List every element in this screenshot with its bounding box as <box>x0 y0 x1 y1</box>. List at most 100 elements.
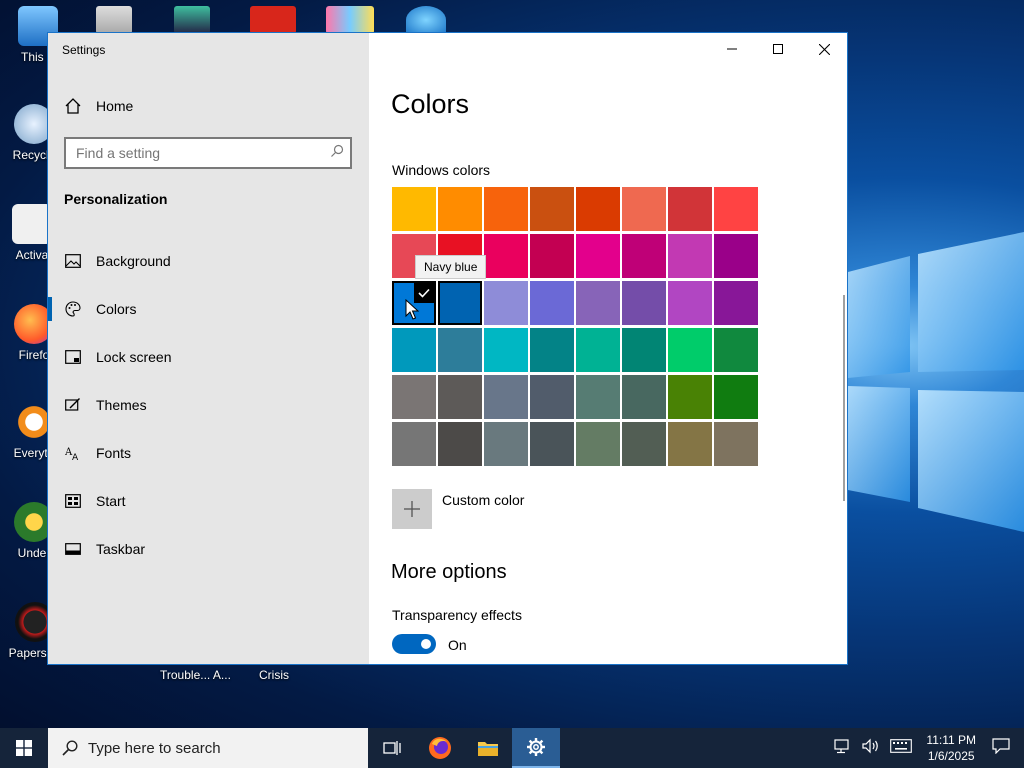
nav-item-start[interactable]: Start <box>48 477 369 525</box>
home-icon <box>65 98 81 114</box>
keyboard-icon[interactable] <box>890 738 913 758</box>
system-tray: 11:11 PM 1/6/2025 <box>834 728 1024 768</box>
color-swatch[interactable] <box>576 234 620 278</box>
color-swatch[interactable] <box>714 328 758 372</box>
color-swatch[interactable] <box>438 375 482 419</box>
color-swatch[interactable] <box>438 422 482 466</box>
color-swatch[interactable] <box>438 328 482 372</box>
color-swatch[interactable] <box>668 328 712 372</box>
home-link[interactable]: Home <box>64 97 133 115</box>
color-swatch[interactable] <box>714 187 758 231</box>
color-swatch[interactable] <box>530 328 574 372</box>
color-swatch[interactable] <box>438 281 482 325</box>
desktop-label-trouble: Trouble... A... <box>160 668 231 682</box>
taskbar-icon <box>64 543 82 555</box>
desktop-icon-top-1[interactable] <box>96 6 132 34</box>
color-swatch[interactable] <box>576 281 620 325</box>
color-swatch[interactable] <box>530 234 574 278</box>
custom-color-label: Custom color <box>442 492 525 508</box>
color-swatch[interactable] <box>392 375 436 419</box>
folder-icon <box>478 742 498 756</box>
color-swatch[interactable] <box>484 234 528 278</box>
clock-time: 11:11 PM <box>926 733 976 747</box>
sidebar: Settings Home Personalization Background… <box>48 33 369 664</box>
color-swatch[interactable] <box>622 187 666 231</box>
color-swatch[interactable] <box>484 187 528 231</box>
nav-label: Fonts <box>96 445 132 461</box>
volume-icon[interactable] <box>862 738 880 759</box>
nav-label: Taskbar <box>96 541 146 557</box>
start-icon <box>64 494 82 508</box>
nav-item-colors[interactable]: Colors <box>48 285 369 333</box>
themes-icon <box>64 397 82 413</box>
color-swatch[interactable] <box>576 422 620 466</box>
color-swatch[interactable] <box>668 234 712 278</box>
nav-item-lock-screen[interactable]: Lock screen <box>48 333 369 381</box>
mouse-cursor-icon <box>405 299 419 320</box>
taskbar-search-box[interactable]: Type here to search <box>48 728 368 768</box>
window-title: Settings <box>62 43 106 57</box>
color-swatch[interactable] <box>576 328 620 372</box>
lock-screen-icon <box>64 350 82 364</box>
color-swatch[interactable] <box>530 281 574 325</box>
color-swatch[interactable] <box>576 375 620 419</box>
color-swatch[interactable] <box>484 375 528 419</box>
clock[interactable]: 11:11 PM 1/6/2025 <box>926 732 976 764</box>
color-swatch[interactable] <box>576 187 620 231</box>
desktop-icon-top-3[interactable] <box>250 6 296 34</box>
nav-item-background[interactable]: Background <box>48 237 369 285</box>
windows-colors-label: Windows colors <box>392 162 491 178</box>
clock-date: 1/6/2025 <box>927 749 975 763</box>
firefox-icon <box>429 737 451 759</box>
search-icon[interactable] <box>324 144 350 163</box>
desktop-icon-top-2[interactable] <box>174 6 210 34</box>
color-swatch[interactable] <box>530 422 574 466</box>
more-options-title: More options <box>391 561 507 583</box>
task-view-button[interactable] <box>368 728 416 768</box>
nav-item-taskbar[interactable]: Taskbar <box>48 525 369 573</box>
color-swatch[interactable] <box>714 375 758 419</box>
color-swatch[interactable] <box>392 422 436 466</box>
taskbar-file-explorer-button[interactable] <box>464 728 512 768</box>
scrollbar[interactable] <box>843 295 845 501</box>
color-swatch[interactable] <box>714 234 758 278</box>
desktop-icon-top-4[interactable] <box>326 6 374 34</box>
custom-color-button[interactable]: Custom color <box>392 489 524 529</box>
find-setting-search[interactable] <box>64 137 352 169</box>
color-swatch[interactable] <box>438 187 482 231</box>
taskbar-search-placeholder: Type here to search <box>88 739 221 757</box>
color-swatch[interactable] <box>622 375 666 419</box>
color-swatch[interactable] <box>668 375 712 419</box>
color-swatch[interactable] <box>484 422 528 466</box>
search-input[interactable] <box>66 144 324 162</box>
color-swatch[interactable] <box>668 422 712 466</box>
page-title: Colors <box>391 89 470 119</box>
section-title: Personalization <box>64 191 168 207</box>
color-swatch[interactable] <box>622 281 666 325</box>
taskbar-settings-button[interactable] <box>512 728 560 768</box>
network-icon[interactable] <box>834 738 852 759</box>
color-swatch[interactable] <box>392 187 436 231</box>
color-swatch[interactable] <box>714 422 758 466</box>
color-swatch[interactable] <box>484 328 528 372</box>
nav-item-themes[interactable]: Themes <box>48 381 369 429</box>
start-button[interactable] <box>0 728 48 768</box>
nav-label: Colors <box>96 301 137 317</box>
notifications-icon[interactable] <box>992 737 1010 759</box>
taskbar-firefox-button[interactable] <box>416 728 464 768</box>
gear-icon <box>527 738 545 756</box>
nav-item-fonts[interactable]: AA Fonts <box>48 429 369 477</box>
transparency-toggle[interactable] <box>392 634 436 654</box>
desktop-icon-top-5[interactable] <box>406 6 446 34</box>
windows-start-icon <box>16 740 32 756</box>
color-swatch[interactable] <box>530 187 574 231</box>
color-swatch[interactable] <box>668 187 712 231</box>
color-swatch[interactable] <box>392 328 436 372</box>
color-swatch[interactable] <box>668 281 712 325</box>
color-swatch[interactable] <box>622 328 666 372</box>
color-swatch[interactable] <box>530 375 574 419</box>
color-swatch[interactable] <box>622 422 666 466</box>
color-swatch[interactable] <box>484 281 528 325</box>
color-swatch[interactable] <box>622 234 666 278</box>
color-swatch[interactable] <box>714 281 758 325</box>
